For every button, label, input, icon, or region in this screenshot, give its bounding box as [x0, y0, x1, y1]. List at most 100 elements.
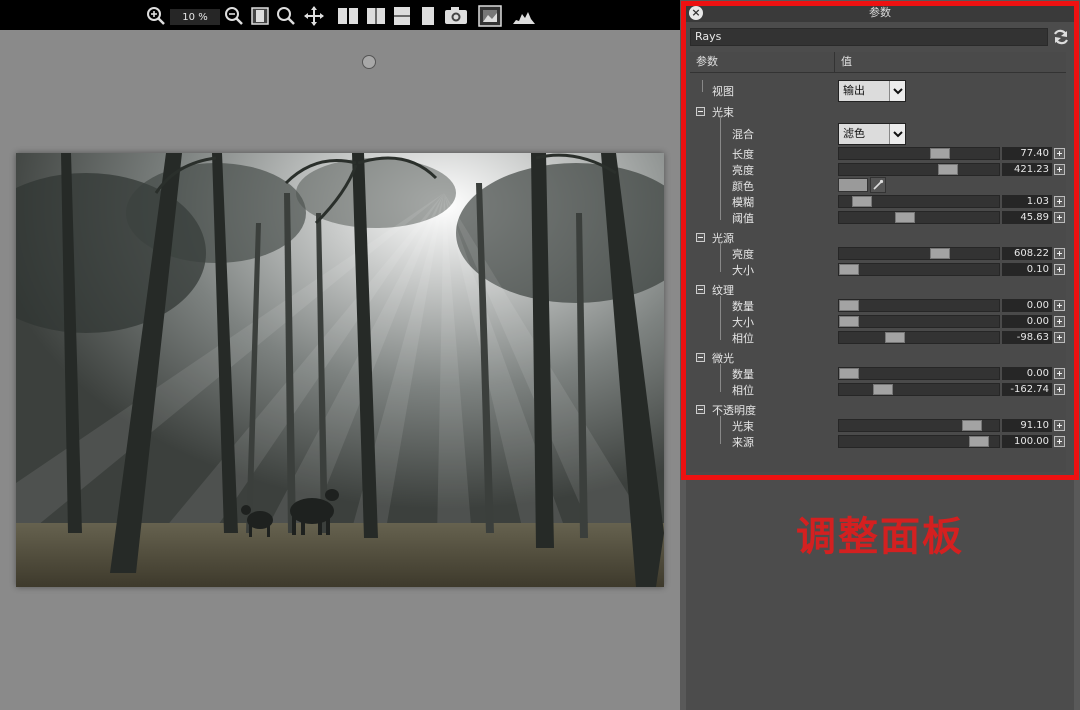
param-value-field[interactable]: 421.23: [1002, 163, 1052, 176]
param-slider[interactable]: [838, 367, 1000, 380]
zoom-level-field[interactable]: 10 %: [170, 9, 220, 25]
param-label: 阈值: [732, 212, 754, 225]
close-icon[interactable]: ×: [689, 6, 703, 20]
stepper-icon[interactable]: [1054, 368, 1065, 379]
param-value-field[interactable]: -162.74: [1002, 383, 1052, 396]
param-value-field[interactable]: 1.03: [1002, 195, 1052, 208]
stepper-icon[interactable]: [1054, 316, 1065, 327]
split-vertical-icon[interactable]: [366, 6, 386, 26]
blend-mode-dropdown[interactable]: 输出: [838, 80, 906, 102]
param-slider[interactable]: [838, 211, 1000, 224]
group-label: 不透明度: [712, 404, 756, 417]
column-header-value: 值: [841, 55, 852, 68]
stepper-icon[interactable]: [1054, 420, 1065, 431]
filter-name-field[interactable]: Rays: [690, 28, 1048, 46]
param-value-field[interactable]: 0.10: [1002, 263, 1052, 276]
chevron-down-icon[interactable]: [889, 81, 905, 101]
slider-thumb[interactable]: [930, 148, 950, 159]
eyedropper-icon[interactable]: [870, 177, 886, 193]
zoom-icon[interactable]: [276, 6, 296, 26]
histogram-icon[interactable]: [512, 6, 536, 26]
stepper-icon[interactable]: [1054, 164, 1065, 175]
stepper-icon[interactable]: [1054, 300, 1065, 311]
slider-thumb[interactable]: [839, 368, 859, 379]
param-slider[interactable]: [838, 435, 1000, 448]
param-slider[interactable]: [838, 419, 1000, 432]
chevron-down-icon[interactable]: [889, 124, 905, 144]
tree-connector: [720, 296, 721, 340]
stepper-icon[interactable]: [1054, 248, 1065, 259]
snapshot-icon[interactable]: [444, 6, 468, 26]
group-label: 微光: [712, 352, 734, 365]
zoom-out-icon[interactable]: [224, 6, 244, 26]
slider-thumb[interactable]: [839, 264, 859, 275]
param-slider[interactable]: [838, 263, 1000, 276]
single-view-icon[interactable]: [418, 6, 438, 26]
tree-connector: [720, 364, 721, 392]
image-icon[interactable]: [478, 5, 502, 27]
stepper-icon[interactable]: [1054, 384, 1065, 395]
collapse-toggle-icon[interactable]: [696, 233, 705, 242]
param-value-field[interactable]: 91.10: [1002, 419, 1052, 432]
group-label: 光源: [712, 232, 734, 245]
slider-thumb[interactable]: [852, 196, 872, 207]
slider-thumb[interactable]: [930, 248, 950, 259]
param-slider[interactable]: [838, 331, 1000, 344]
stepper-icon[interactable]: [1054, 332, 1065, 343]
param-slider[interactable]: [838, 299, 1000, 312]
param-label: 亮度: [732, 164, 754, 177]
slider-thumb[interactable]: [873, 384, 893, 395]
stepper-icon[interactable]: [1054, 212, 1065, 223]
param-value-field[interactable]: 100.00: [1002, 435, 1052, 448]
param-value-field[interactable]: 0.00: [1002, 367, 1052, 380]
split-horizontal-icon[interactable]: [392, 6, 412, 26]
slider-thumb[interactable]: [969, 436, 989, 447]
column-header-param: 参数: [696, 55, 718, 68]
slider-thumb[interactable]: [895, 212, 915, 223]
param-slider[interactable]: [838, 147, 1000, 160]
split-view-icon[interactable]: [337, 6, 359, 26]
param-slider[interactable]: [838, 163, 1000, 176]
stepper-icon[interactable]: [1054, 196, 1065, 207]
color-swatch[interactable]: [838, 178, 868, 192]
param-value-field[interactable]: 45.89: [1002, 211, 1052, 224]
param-value-field[interactable]: 608.22: [1002, 247, 1052, 260]
preview-image: [16, 153, 664, 587]
panel-caption: 调整面板: [796, 514, 964, 560]
collapse-toggle-icon[interactable]: [696, 353, 705, 362]
header-divider: [690, 72, 1066, 73]
param-value-field[interactable]: 77.40: [1002, 147, 1052, 160]
fit-icon[interactable]: [250, 6, 270, 26]
pan-icon[interactable]: [303, 6, 325, 26]
stepper-icon[interactable]: [1054, 264, 1065, 275]
collapse-toggle-icon[interactable]: [696, 285, 705, 294]
dropdown-value: 输出: [843, 84, 865, 97]
param-slider[interactable]: [838, 195, 1000, 208]
stepper-icon[interactable]: [1054, 436, 1065, 447]
param-label: 数量: [732, 300, 754, 313]
param-slider[interactable]: [838, 315, 1000, 328]
collapse-toggle-icon[interactable]: [696, 405, 705, 414]
stepper-icon[interactable]: [1054, 148, 1065, 159]
param-value-field[interactable]: 0.00: [1002, 315, 1052, 328]
dropdown-value: 滤色: [843, 127, 865, 140]
slider-thumb[interactable]: [885, 332, 905, 343]
blend-mode-dropdown[interactable]: 滤色: [838, 123, 906, 145]
param-label: 大小: [732, 316, 754, 329]
param-slider[interactable]: [838, 247, 1000, 260]
slider-thumb[interactable]: [962, 420, 982, 431]
param-value-field[interactable]: 0.00: [1002, 299, 1052, 312]
group-label: 光束: [712, 106, 734, 119]
collapse-toggle-icon[interactable]: [696, 107, 705, 116]
slider-thumb[interactable]: [839, 316, 859, 327]
parameter-grid: 参数 值 视图 输出 光束 混合 滤色 长度 77.40 亮度 421.23 颜色 模糊 1.03 阈值…: [690, 52, 1066, 472]
preview-handle[interactable]: [362, 55, 376, 69]
refresh-icon[interactable]: [1052, 28, 1070, 46]
param-slider[interactable]: [838, 383, 1000, 396]
param-value-field[interactable]: -98.63: [1002, 331, 1052, 344]
zoom-in-icon[interactable]: [146, 6, 166, 26]
slider-thumb[interactable]: [839, 300, 859, 311]
param-label: 视图: [712, 85, 734, 98]
param-label: 混合: [732, 128, 754, 141]
slider-thumb[interactable]: [938, 164, 958, 175]
